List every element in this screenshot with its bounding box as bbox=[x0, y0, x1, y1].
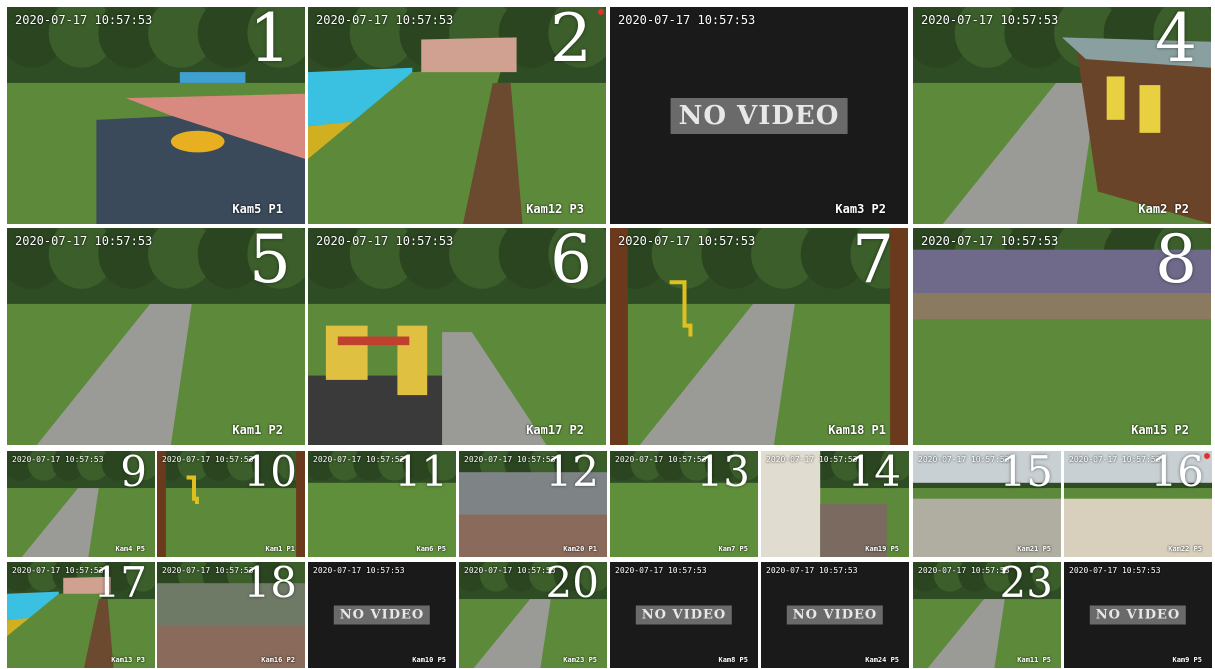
camera-slot-number: 6 bbox=[550, 228, 592, 298]
camera-slot-number: 15 bbox=[999, 451, 1053, 496]
camera-timestamp: 2020-07-17 10:57:53 bbox=[15, 13, 153, 27]
camera-slot-number: 10 bbox=[243, 451, 297, 496]
camera-name: Kam22 P5 bbox=[1168, 545, 1202, 553]
camera-tile[interactable]: 2020-07-17 10:57:53 9 Kam4 P5 bbox=[7, 451, 155, 557]
camera-name: Kam6 P5 bbox=[416, 545, 446, 553]
camera-name: Kam11 P5 bbox=[1017, 656, 1051, 664]
camera-slot-number: 23 bbox=[999, 562, 1053, 607]
camera-tile[interactable]: 2020-07-17 10:57:53 NO VIDEO Kam3 P2 bbox=[610, 7, 908, 224]
camera-tile[interactable]: 2020-07-17 10:57:53 17 Kam13 P3 bbox=[7, 562, 155, 668]
camera-name: Kam18 P1 bbox=[828, 423, 886, 437]
camera-slot-number: 11 bbox=[394, 451, 448, 496]
no-video-label: NO VIDEO bbox=[670, 97, 848, 134]
no-video-label: NO VIDEO bbox=[333, 605, 431, 625]
camera-tile[interactable]: 2020-07-17 10:57:53 NO VIDEO Kam8 P5 bbox=[610, 562, 758, 668]
camera-timestamp: 2020-07-17 10:57:53 bbox=[1069, 455, 1161, 464]
camera-slot-number: 20 bbox=[545, 562, 599, 607]
camera-tile[interactable]: 2020-07-17 10:57:52 11 Kam6 P5 bbox=[308, 451, 456, 557]
camera-name: Kam15 P2 bbox=[1131, 423, 1189, 437]
no-video-label: NO VIDEO bbox=[635, 605, 733, 625]
camera-timestamp: 2020-07-17 10:57:53 bbox=[918, 566, 1010, 575]
camera-name: Kam9 P5 bbox=[1172, 656, 1202, 664]
camera-timestamp: 2020-07-17 10:57:53 bbox=[464, 455, 556, 464]
camera-name: Kam1 P2 bbox=[232, 423, 283, 437]
camera-timestamp: 2020-07-17 10:57:53 bbox=[12, 455, 104, 464]
camera-timestamp: 2020-07-17 10:57:53 bbox=[316, 234, 454, 248]
camera-tile[interactable]: 2020-07-17 10:57:53 5 Kam1 P2 bbox=[7, 228, 305, 445]
camera-tile[interactable]: 2020-07-17 10:57:53 15 Kam21 P5 bbox=[913, 451, 1061, 557]
camera-timestamp: 2020-07-17 10:57:53 bbox=[766, 455, 858, 464]
camera-timestamp: 2020-07-17 10:57:53 bbox=[618, 234, 756, 248]
camera-tile[interactable]: 2020-07-17 10:57:53 23 Kam11 P5 bbox=[913, 562, 1061, 668]
camera-slot-number: 8 bbox=[1155, 228, 1197, 298]
camera-slot-number: 16 bbox=[1150, 451, 1204, 496]
camera-timestamp: 2020-07-17 10:57:53 bbox=[162, 566, 254, 575]
camera-name: Kam1 P1 bbox=[265, 545, 295, 553]
camera-timestamp: 2020-07-17 10:57:53 bbox=[921, 13, 1059, 27]
camera-timestamp: 2020-07-17 10:57:53 bbox=[1069, 566, 1161, 575]
camera-name: Kam2 P2 bbox=[1138, 202, 1189, 216]
camera-name: Kam12 P3 bbox=[526, 202, 584, 216]
camera-slot-number: 2 bbox=[550, 7, 592, 77]
camera-tile[interactable]: 2020-07-17 10:57:53 1 Kam5 P1 bbox=[7, 7, 305, 224]
camera-timestamp: 2020-07-17 10:57:53 bbox=[162, 455, 254, 464]
camera-tile[interactable]: 2020-07-17 10:57:53 NO VIDEO Kam9 P5 bbox=[1064, 562, 1212, 668]
camera-tile[interactable]: 2020-07-17 10:57:53 NO VIDEO Kam24 P5 bbox=[761, 562, 909, 668]
camera-slot-number: 17 bbox=[93, 562, 147, 607]
camera-timestamp: 2020-07-17 10:57:53 bbox=[918, 455, 1010, 464]
camera-name: Kam7 P5 bbox=[718, 545, 748, 553]
camera-slot-number: 4 bbox=[1155, 7, 1197, 77]
camera-tile[interactable]: 2020-07-17 10:57:53 NO VIDEO Kam10 P5 bbox=[308, 562, 456, 668]
camera-name: Kam24 P5 bbox=[865, 656, 899, 664]
camera-tile[interactable]: 2020-07-17 10:57:53 2 Kam12 P3 bbox=[308, 7, 606, 224]
camera-slot-number: 7 bbox=[852, 228, 894, 298]
camera-name: Kam16 P2 bbox=[261, 656, 295, 664]
camera-tile[interactable]: 2020-07-17 10:57:53 13 Kam7 P5 bbox=[610, 451, 758, 557]
camera-name: Kam5 P1 bbox=[232, 202, 283, 216]
camera-timestamp: 2020-07-17 10:57:53 bbox=[921, 234, 1059, 248]
camera-tile[interactable]: 2020-07-17 10:57:53 20 Kam23 P5 bbox=[459, 562, 607, 668]
camera-slot-number: 13 bbox=[696, 451, 750, 496]
camera-name: Kam8 P5 bbox=[718, 656, 748, 664]
camera-tile[interactable]: 2020-07-17 10:57:53 12 Kam20 P1 bbox=[459, 451, 607, 557]
camera-tile[interactable]: 2020-07-17 10:57:53 7 Kam18 P1 bbox=[610, 228, 908, 445]
camera-tile[interactable]: 2020-07-17 10:57:53 16 Kam22 P5 bbox=[1064, 451, 1212, 557]
no-video-label: NO VIDEO bbox=[1089, 605, 1187, 625]
camera-slot-number: 1 bbox=[249, 7, 291, 77]
camera-name: Kam13 P3 bbox=[111, 656, 145, 664]
camera-slot-number: 14 bbox=[847, 451, 901, 496]
camera-timestamp: 2020-07-17 10:57:53 bbox=[615, 455, 707, 464]
camera-name: Kam21 P5 bbox=[1017, 545, 1051, 553]
camera-timestamp: 2020-07-17 10:57:53 bbox=[15, 234, 153, 248]
camera-tile[interactable]: 2020-07-17 10:57:53 18 Kam16 P2 bbox=[157, 562, 305, 668]
camera-timestamp: 2020-07-17 10:57:53 bbox=[766, 566, 858, 575]
camera-tile[interactable]: 2020-07-17 10:57:53 6 Kam17 P2 bbox=[308, 228, 606, 445]
no-video-label: NO VIDEO bbox=[786, 605, 884, 625]
camera-name: Kam3 P2 bbox=[835, 202, 886, 216]
camera-tile[interactable]: 2020-07-17 10:57:53 10 Kam1 P1 bbox=[157, 451, 305, 557]
recording-indicator-icon bbox=[598, 9, 604, 15]
camera-name: Kam4 P5 bbox=[115, 545, 145, 553]
camera-slot-number: 9 bbox=[120, 451, 147, 496]
camera-name: Kam17 P2 bbox=[526, 423, 584, 437]
camera-tile[interactable]: 2020-07-17 10:57:53 14 Kam19 P5 bbox=[761, 451, 909, 557]
camera-timestamp: 2020-07-17 10:57:53 bbox=[313, 566, 405, 575]
camera-tile[interactable]: 2020-07-17 10:57:53 4 Kam2 P2 bbox=[913, 7, 1211, 224]
camera-timestamp: 2020-07-17 10:57:53 bbox=[464, 566, 556, 575]
camera-tile[interactable]: 2020-07-17 10:57:53 8 Kam15 P2 bbox=[913, 228, 1211, 445]
camera-wall: 2020-07-17 10:57:53 1 Kam5 P1 2020-07-17 10… bbox=[0, 0, 1215, 669]
camera-slot-number: 5 bbox=[249, 228, 291, 298]
camera-timestamp: 2020-07-17 10:57:53 bbox=[615, 566, 707, 575]
camera-name: Kam20 P1 bbox=[563, 545, 597, 553]
camera-timestamp: 2020-07-17 10:57:53 bbox=[12, 566, 104, 575]
camera-slot-number: 18 bbox=[243, 562, 297, 607]
camera-name: Kam19 P5 bbox=[865, 545, 899, 553]
camera-timestamp: 2020-07-17 10:57:52 bbox=[313, 455, 405, 464]
camera-slot-number: 12 bbox=[545, 451, 599, 496]
camera-name: Kam10 P5 bbox=[412, 656, 446, 664]
camera-timestamp: 2020-07-17 10:57:53 bbox=[316, 13, 454, 27]
recording-indicator-icon bbox=[1204, 453, 1210, 459]
camera-name: Kam23 P5 bbox=[563, 656, 597, 664]
camera-timestamp: 2020-07-17 10:57:53 bbox=[618, 13, 756, 27]
